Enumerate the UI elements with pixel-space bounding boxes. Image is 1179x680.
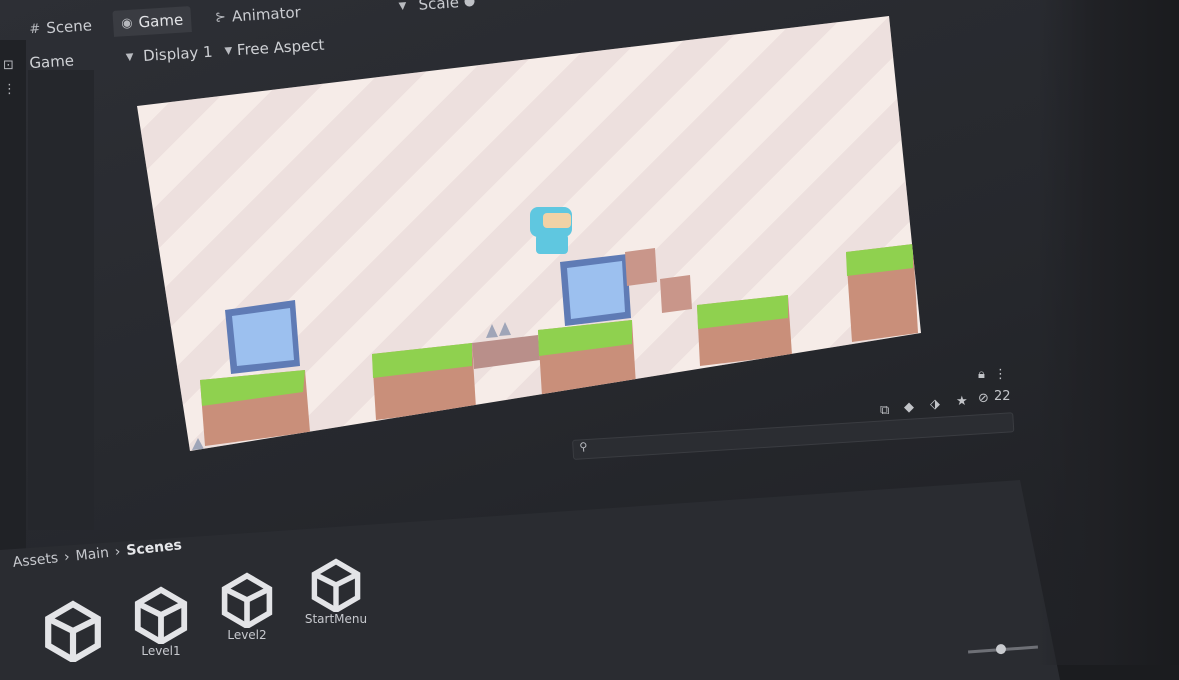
blue-block [225,300,300,374]
star-icon[interactable]: ★ [956,394,968,409]
lock-icon[interactable]: 🔒︎ [978,367,985,382]
chevron-down-icon: ▼ [224,44,233,57]
spike [192,438,204,450]
hidden-count: 22 [994,389,1011,404]
chevron-down-icon[interactable]: ▼ [398,0,406,11]
monitor-bezel [1039,0,1179,665]
left-panel [28,70,94,530]
scene-asset-level1[interactable]: Level1 [128,586,194,658]
more-options-icon[interactable]: ⋮ [3,82,16,97]
spike [486,322,511,338]
asset-label: StartMenu [304,612,368,626]
inspector-icon[interactable]: ⊡ [3,58,14,73]
more-options-icon[interactable]: ⋮ [994,367,1007,382]
grass-platform [697,295,792,366]
blue-block [560,254,631,326]
grid-icon: # [28,21,41,37]
tab-scene-label: Scene [45,16,93,38]
chevron-down-icon: ▼ [125,51,134,63]
scale-label: Scale [418,0,460,14]
view-select-value: Game [28,51,75,73]
scene-asset-startmenu[interactable]: StartMenu [300,558,372,626]
pink-crate [625,248,692,313]
tab-animator-label: Animator [231,3,302,26]
tab-game-label: Game [137,10,184,32]
label-icon[interactable]: ⬗ [930,397,940,412]
hidden-objects-icon[interactable]: ⊘ [978,391,989,406]
grass-platform [846,244,918,342]
unity-scene-icon [134,586,188,644]
animator-icon: ⊱ [214,9,227,26]
asset-label: Level2 [227,628,267,642]
type-filter-icon[interactable]: ◆ [904,400,914,415]
unity-scene-icon [221,572,273,628]
scale-slider-knob[interactable] [464,0,476,7]
gamepad-icon: ◉ [120,15,133,31]
scene-asset[interactable] [40,600,106,662]
unity-scene-icon [311,558,361,612]
chevron-right-icon: › [114,543,122,561]
player-character [530,207,572,254]
unity-scene-icon [45,600,101,662]
chevron-right-icon: › [63,549,71,566]
pink-bridge [472,335,540,369]
filter-icon[interactable]: ⧉ [880,403,889,418]
left-dock-strip: ⊡ ⋮ [0,40,26,560]
asset-label: Level1 [141,644,181,658]
scene-status-row: 🔒︎ ⋮ ⧉ ◆ ⬗ ★ ⊘ 22 [860,365,1020,418]
search-icon: ⚲ [579,440,588,454]
scene-asset-level2[interactable]: Level2 [214,572,280,642]
